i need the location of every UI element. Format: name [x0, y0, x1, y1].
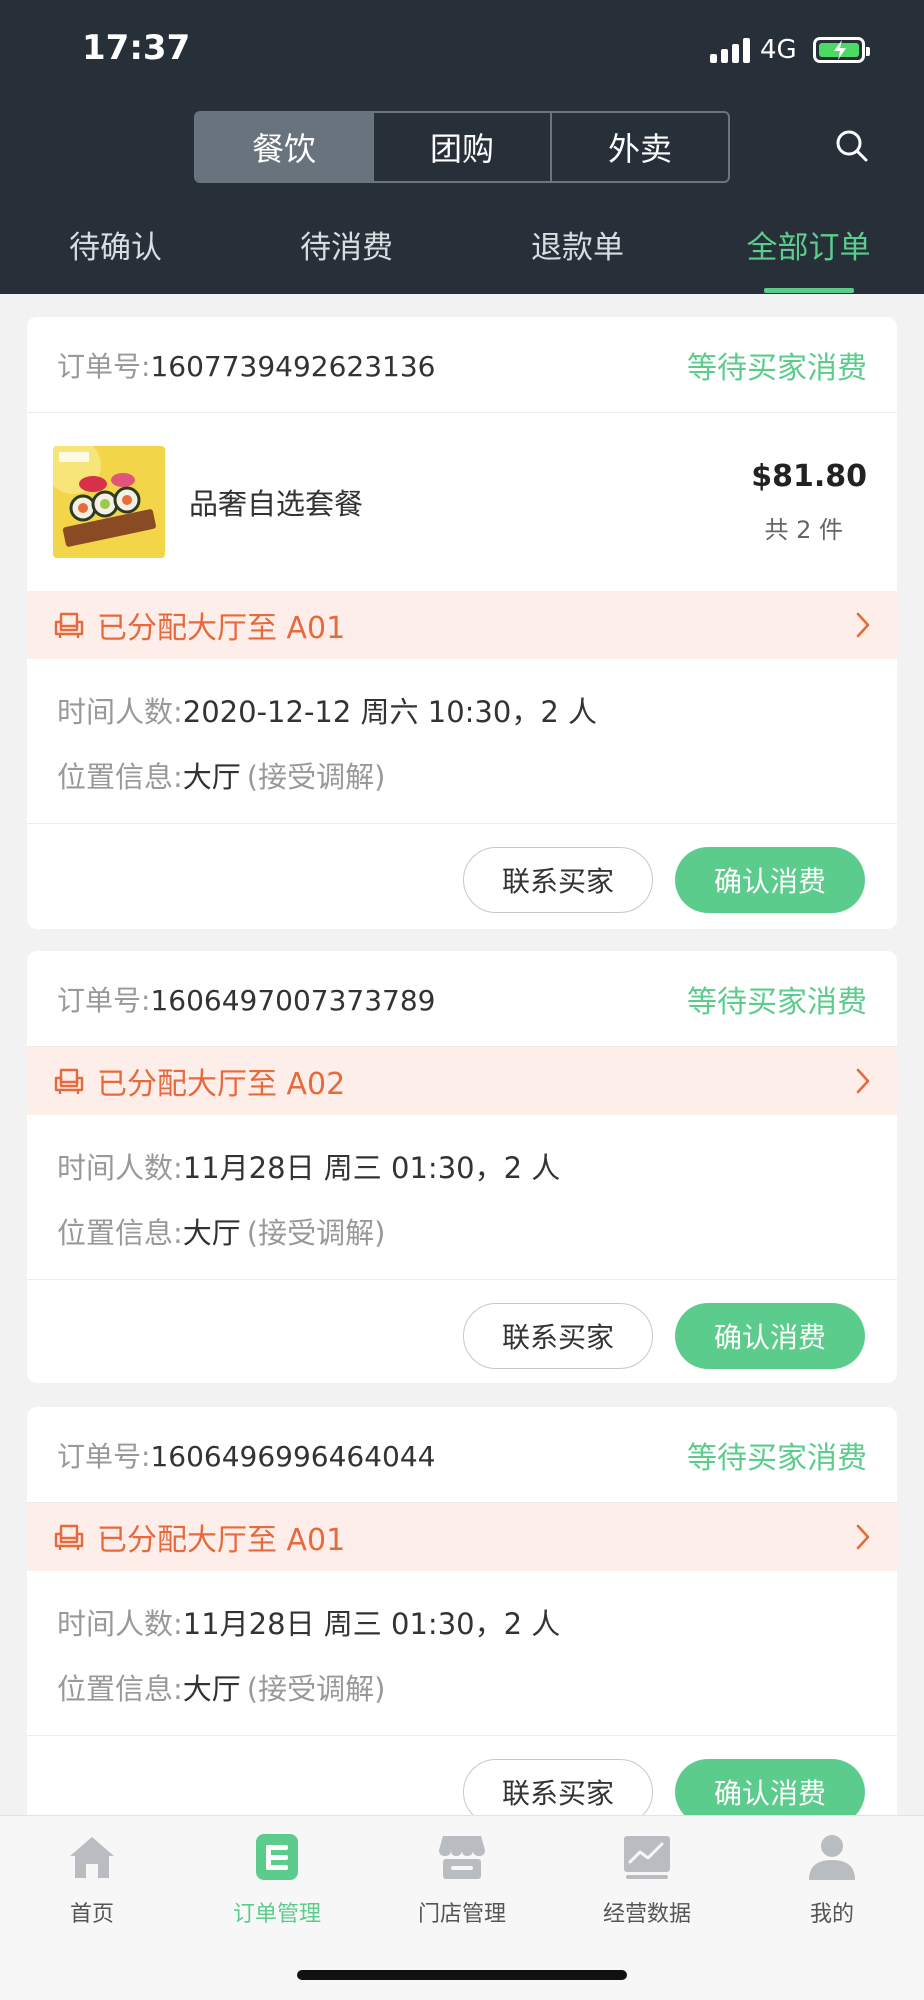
time-people-row: 时间人数: 2020-12-12 周六 10:30，2 人	[57, 694, 597, 729]
tab-pending-consume[interactable]: 待消费	[231, 222, 462, 267]
search-icon[interactable]	[834, 128, 870, 164]
segment-group-buy[interactable]: 团购	[372, 113, 550, 181]
chevron-right-icon	[856, 1068, 870, 1094]
tab-refunds[interactable]: 退款单	[462, 222, 693, 267]
order-status: 等待买家消费	[687, 984, 867, 1020]
category-segment: 餐饮 团购 外卖	[194, 111, 730, 183]
table-allocation[interactable]: 已分配大厅至 A01	[27, 591, 897, 659]
order-card: 订单号:1606497007373789 等待买家消费 已分配大厅至 A02 时…	[27, 951, 897, 1383]
tabbar-label: 订单管理	[232, 1902, 321, 1927]
store-icon	[439, 1836, 485, 1879]
order-actions: 联系买家 确认消费	[27, 1280, 897, 1383]
order-header: 订单号:1606496996464044 等待买家消费	[27, 1407, 897, 1503]
order-tabs: 待确认 待消费 退款单 全部订单	[0, 222, 924, 294]
order-info: 时间人数: 11月28日 周三 01:30，2 人 位置信息: 大厅 (接受调解)	[27, 1571, 897, 1736]
header: 17:37 4G 餐饮 团购 外卖 待确认 待消费 退款单 全部订单	[0, 0, 924, 294]
contact-buyer-button[interactable]: 联系买家	[463, 1303, 653, 1369]
order-number: 订单号:1606496996464044	[57, 1439, 436, 1473]
product-name: 品奢自选套餐	[189, 487, 364, 521]
order-management-page: 17:37 4G 餐饮 团购 外卖 待确认 待消费 退款单 全部订单 订单号:1…	[0, 0, 924, 2000]
tabbar-label: 经营数据	[602, 1902, 691, 1927]
price-box: $81.80 共 2 件	[751, 459, 867, 545]
confirm-consumption-button[interactable]: 确认消费	[675, 847, 865, 913]
seat-icon	[54, 612, 84, 638]
order-number: 订单号:1607739492623136	[57, 349, 436, 383]
order-actions: 联系买家 确认消费	[27, 824, 897, 929]
tabbar-label: 首页	[69, 1902, 114, 1927]
tabbar-store-management[interactable]: 门店管理	[370, 1832, 554, 1928]
tabbar-business-data[interactable]: 经营数据	[555, 1832, 739, 1928]
status-indicators: 4G	[710, 32, 870, 68]
order-header: 订单号:1607739492623136 等待买家消费	[27, 317, 897, 413]
tab-all-orders[interactable]: 全部订单	[693, 222, 924, 267]
order-info: 时间人数: 2020-12-12 周六 10:30，2 人 位置信息: 大厅 (接受调…	[27, 659, 897, 824]
order-card: 订单号:1607739492623136 等待买家消费 品奢自选套餐 $81.8…	[27, 317, 897, 929]
order-info: 时间人数: 11月28日 周三 01:30，2 人 位置信息: 大厅 (接受调解)	[27, 1115, 897, 1280]
contact-buyer-button[interactable]: 联系买家	[463, 847, 653, 913]
tabbar-label: 门店管理	[417, 1902, 506, 1927]
product-price: $81.80	[751, 459, 867, 494]
order-number: 订单号:1606497007373789	[57, 983, 436, 1017]
time-people-row: 时间人数: 11月28日 周三 01:30，2 人	[57, 1150, 561, 1185]
tabbar-order-management[interactable]: 订单管理	[185, 1832, 369, 1928]
order-status: 等待买家消费	[687, 350, 867, 386]
confirm-consumption-button[interactable]: 确认消费	[675, 1303, 865, 1369]
chevron-right-icon	[856, 1524, 870, 1550]
tabbar-profile[interactable]: 我的	[740, 1832, 924, 1928]
location-row: 位置信息: 大厅 (接受调解)	[57, 1671, 386, 1706]
product-quantity: 共 2 件	[764, 516, 843, 544]
location-row: 位置信息: 大厅 (接受调解)	[57, 759, 386, 794]
order-card: 订单号:1606496996464044 等待买家消费 已分配大厅至 A01 时…	[27, 1407, 897, 1839]
location-row: 位置信息: 大厅 (接受调解)	[57, 1215, 386, 1250]
table-allocation[interactable]: 已分配大厅至 A02	[27, 1047, 897, 1115]
product-row[interactable]: 品奢自选套餐 $81.80 共 2 件	[27, 413, 897, 591]
allocation-label: 已分配大厅至 A02	[97, 1067, 346, 1102]
chart-icon	[624, 1836, 670, 1879]
active-tab-indicator	[764, 288, 854, 293]
status-time: 17:37	[82, 28, 191, 68]
allocation-label: 已分配大厅至 A01	[97, 611, 346, 646]
time-people-row: 时间人数: 11月28日 周三 01:30，2 人	[57, 1606, 561, 1641]
allocation-label: 已分配大厅至 A01	[97, 1523, 346, 1558]
chevron-right-icon	[856, 612, 870, 638]
home-icon	[70, 1837, 114, 1878]
network-label: 4G	[760, 35, 797, 65]
tabbar-home[interactable]: 首页	[0, 1832, 184, 1928]
seat-icon	[54, 1068, 84, 1094]
order-management-icon	[256, 1834, 298, 1880]
battery-icon	[812, 37, 870, 63]
product-thumbnail	[53, 446, 165, 558]
signal-icon	[710, 37, 750, 63]
home-indicator	[297, 1970, 627, 1980]
order-status: 等待买家消费	[687, 1440, 867, 1476]
segment-dining[interactable]: 餐饮	[196, 113, 372, 181]
tab-pending-confirm[interactable]: 待确认	[0, 222, 231, 267]
profile-icon	[809, 1835, 855, 1880]
segment-takeout[interactable]: 外卖	[550, 113, 728, 181]
seat-icon	[54, 1524, 84, 1550]
tabbar-label: 我的	[809, 1902, 854, 1927]
order-header: 订单号:1606497007373789 等待买家消费	[27, 951, 897, 1047]
table-allocation[interactable]: 已分配大厅至 A01	[27, 1503, 897, 1571]
